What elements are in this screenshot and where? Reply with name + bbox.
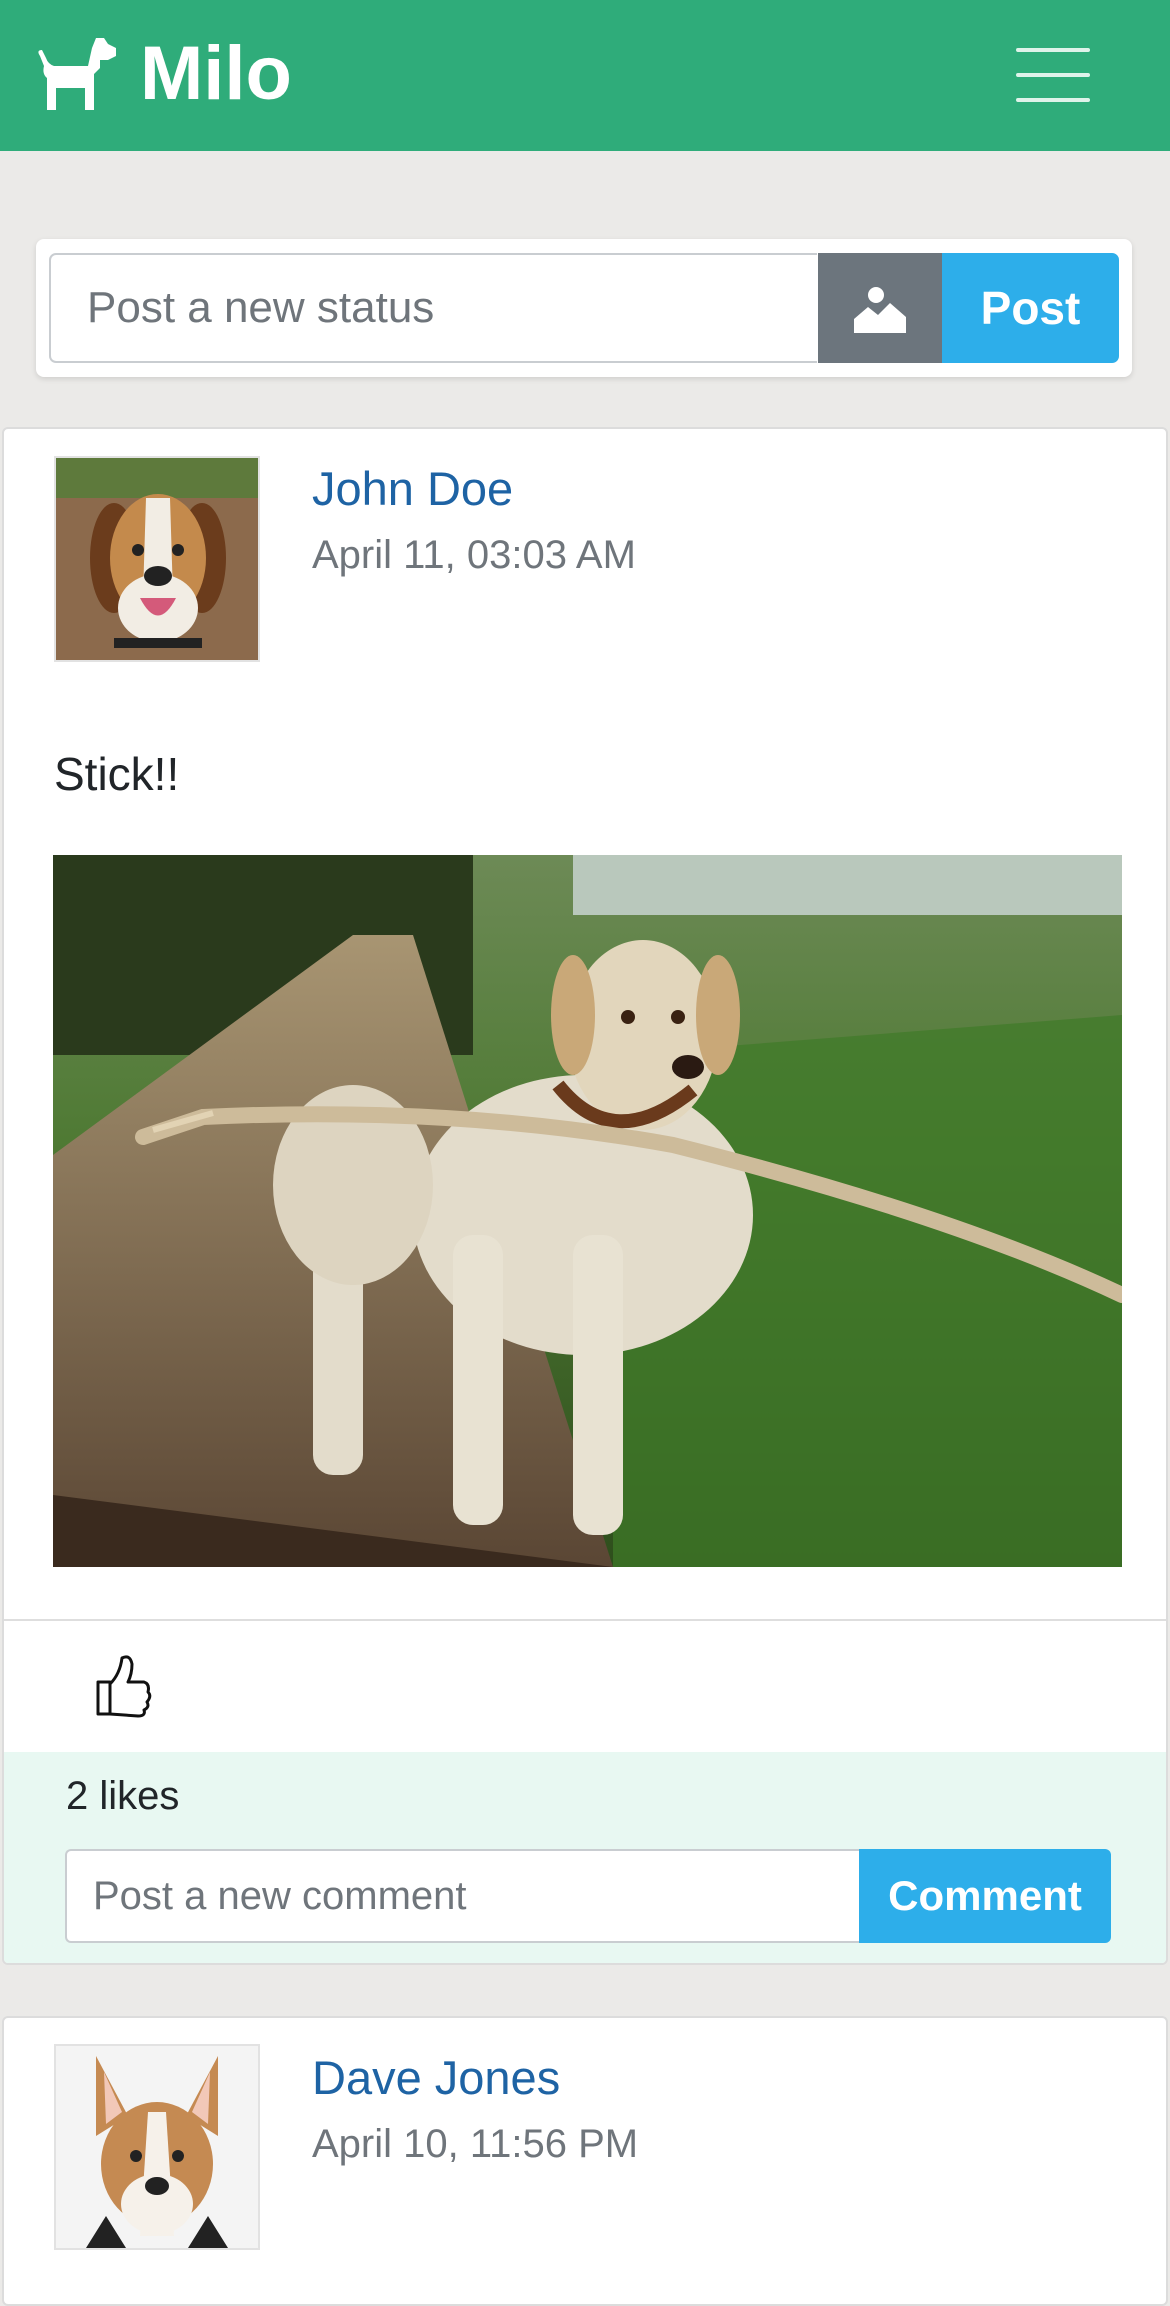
post-card: Dave Jones April 10, 11:56 PM: [2, 2016, 1168, 2306]
dog-icon: [38, 38, 116, 110]
image-icon: [854, 287, 906, 333]
post-divider: [4, 1619, 1166, 1621]
post-text: Stick!!: [54, 748, 180, 800]
post-button[interactable]: Post: [942, 253, 1119, 363]
hamburger-menu-icon[interactable]: [1016, 48, 1090, 102]
author-avatar[interactable]: [54, 456, 260, 662]
status-input[interactable]: [49, 253, 817, 363]
comment-button[interactable]: Comment: [859, 1849, 1111, 1943]
app-name: Milo: [140, 31, 292, 116]
post-card: John Doe April 11, 03:03 AM Stick!! 2 li…: [2, 427, 1168, 1965]
new-status-form: Post: [36, 239, 1132, 377]
author-name[interactable]: Dave Jones: [312, 2050, 560, 2105]
comments-area: 2 likes Comment: [4, 1752, 1166, 1963]
brand[interactable]: Milo: [34, 34, 292, 114]
post-timestamp: April 10, 11:56 PM: [312, 2122, 639, 2166]
comment-input[interactable]: [65, 1849, 861, 1943]
add-photo-button[interactable]: [818, 253, 942, 363]
post-image[interactable]: [53, 855, 1122, 1567]
likes-count: 2 likes: [66, 1774, 180, 1818]
author-name[interactable]: John Doe: [312, 461, 513, 516]
thumbs-up-icon: [96, 1655, 152, 1718]
author-avatar[interactable]: [54, 2044, 260, 2250]
beagle-avatar: [56, 458, 258, 660]
post-timestamp: April 11, 03:03 AM: [312, 533, 636, 577]
corgi-avatar: [56, 2046, 258, 2248]
navbar: Milo: [0, 0, 1170, 151]
like-button[interactable]: [94, 1652, 154, 1718]
dog-with-stick-photo: [53, 855, 1122, 1567]
